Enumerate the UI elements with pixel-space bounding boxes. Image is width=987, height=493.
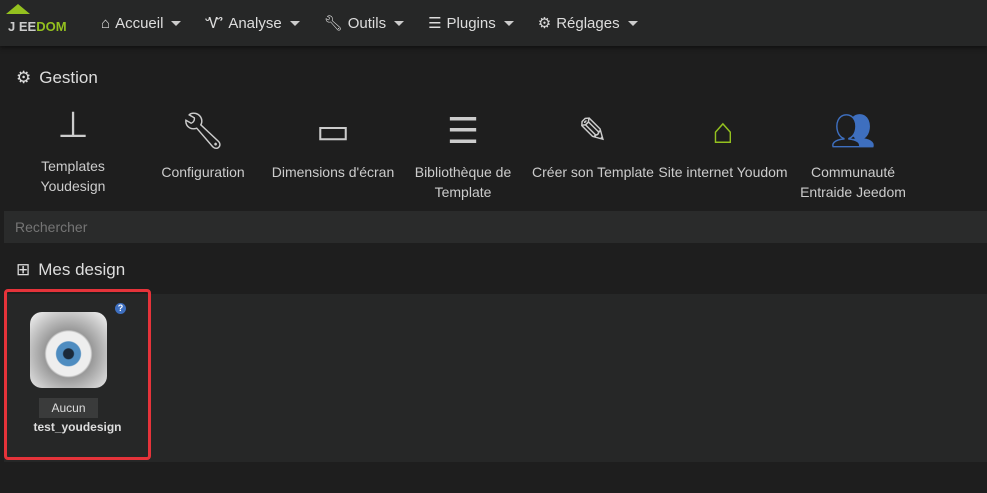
desktop-icon: ▭ bbox=[315, 110, 350, 151]
tile-creer-template[interactable]: ✎ Créer son Template bbox=[528, 100, 658, 202]
design-name: test_youdesign bbox=[33, 420, 122, 434]
status-badge: Aucun bbox=[39, 398, 98, 418]
nav-analyse[interactable]: Ꮙ Analyse bbox=[196, 15, 308, 32]
help-icon[interactable]: ? bbox=[115, 303, 126, 314]
table-icon: ⊞ bbox=[16, 260, 31, 279]
search-input[interactable] bbox=[4, 211, 987, 243]
jeedom-logo[interactable]: J EEDOM bbox=[0, 0, 80, 46]
tile-bibliotheque[interactable]: ☰ Bibliothèque de Template bbox=[398, 100, 528, 202]
tasks-icon: ☰ bbox=[428, 15, 442, 32]
gear-icon: ⚙ bbox=[16, 68, 32, 87]
tile-site-youdom[interactable]: ⌂ Site internet Youdom bbox=[658, 100, 788, 202]
wrench-icon: 🔧︎ bbox=[323, 15, 343, 32]
tile-dimensions[interactable]: ▭ Dimensions d'écran bbox=[268, 100, 398, 202]
home-icon: ⌂ bbox=[101, 14, 111, 32]
mes-design-heading: ⊞ Mes design bbox=[16, 260, 126, 279]
tile-configuration[interactable]: 🔧︎ Configuration bbox=[138, 100, 268, 202]
gear-icon: ⚙ bbox=[537, 15, 552, 32]
stethoscope-icon: Ꮙ bbox=[205, 14, 224, 32]
list-icon: ☰ bbox=[446, 110, 480, 151]
top-navbar: J EEDOM ⌂ Accueil Ꮙ Analyse 🔧︎ Outils ☰ Plug… bbox=[0, 0, 987, 46]
design-thumbnail bbox=[30, 312, 107, 388]
designs-panel bbox=[4, 294, 987, 462]
nav-plugins[interactable]: ☰ Plugins bbox=[419, 14, 523, 32]
gestion-heading: ⚙ Gestion bbox=[16, 68, 98, 87]
nav-outils[interactable]: 🔧︎ Outils bbox=[315, 14, 413, 32]
tile-templates-youdesign[interactable]: ⊥ Templates Youdesign bbox=[8, 100, 138, 202]
design-card[interactable]: ? Aucun test_youdesign bbox=[4, 289, 151, 460]
sitemap-icon: ⊥ bbox=[57, 104, 89, 145]
tile-communaute[interactable]: 👥︎ Communauté Entraide Jeedom bbox=[788, 100, 918, 202]
nav-reglages[interactable]: ⚙ Réglages bbox=[529, 14, 647, 32]
wrench-icon: 🔧︎ bbox=[180, 110, 226, 151]
edit-icon: ✎ bbox=[577, 110, 609, 151]
home-icon: ⌂ bbox=[712, 110, 734, 151]
users-icon: 👥︎ bbox=[830, 110, 876, 151]
nav-accueil[interactable]: ⌂ Accueil bbox=[92, 15, 190, 32]
